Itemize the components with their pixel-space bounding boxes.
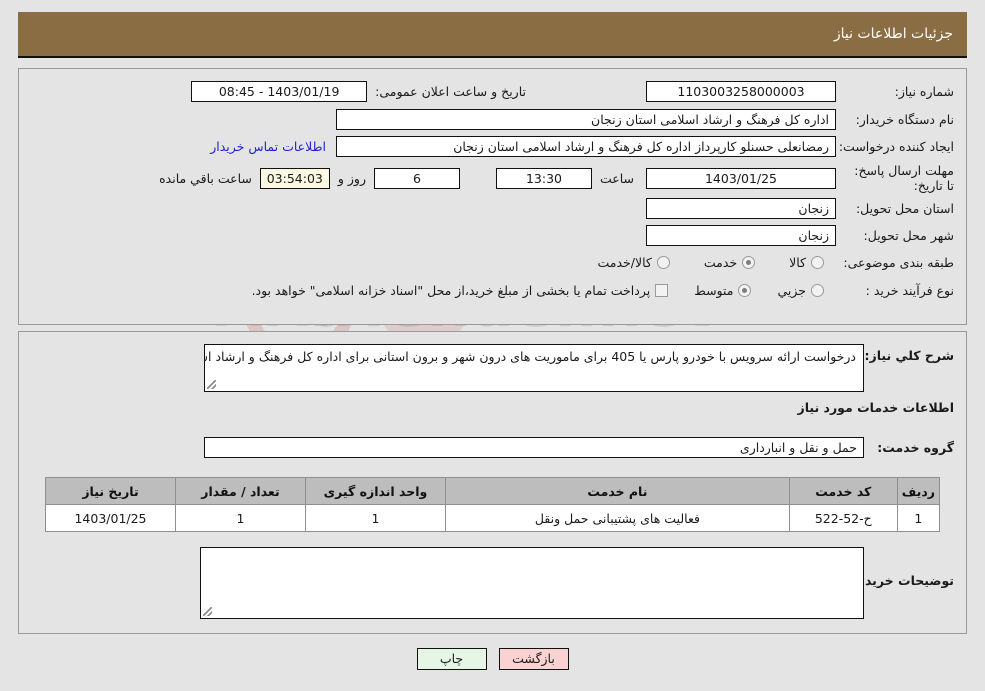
row-city: شهر محل تحویل: زنجان <box>646 225 954 246</box>
page-title: جزئیات اطلاعات نیاز <box>833 26 953 42</box>
table-header-row: ردیف کد خدمت نام خدمت واحد اندازه گیری ت… <box>45 477 941 505</box>
category-option-kala[interactable]: کالا <box>789 255 824 270</box>
buyer-notes-label: توضیحات خریدار; <box>848 573 954 588</box>
category-option-khedmat-label: خدمت <box>703 255 738 270</box>
col-code: کد خدمت <box>788 477 898 505</box>
row-buyer-org: نام دستگاه خریدار: اداره کل فرهنگ و ارشا… <box>336 109 954 130</box>
cell-name: فعالیت های پشتیبانی حمل ونقل <box>445 504 790 532</box>
category-label: طبقه بندی موضوعی: <box>843 255 954 270</box>
buyer-org-value: اداره کل فرهنگ و ارشاد اسلامی استان زنجا… <box>336 109 836 130</box>
treasury-bond-checkbox-label: پرداخت تمام یا بخشی از مبلغ خرید،از محل … <box>251 283 651 298</box>
back-button[interactable]: بازگشت <box>498 648 569 670</box>
announce-datetime-label: تاریخ و ساعت اعلان عمومی: <box>375 84 526 99</box>
table-row: 1 ح-52-522 فعالیت های پشتیبانی حمل ونقل … <box>45 504 941 532</box>
row-requester: ایجاد کننده درخواست: رمضانعلی حسنلو کارپ… <box>210 136 954 157</box>
province-label: استان محل تحویل: <box>855 201 954 216</box>
radio-motevaset-icon[interactable] <box>738 284 752 297</box>
treasury-bond-checkbox-icon[interactable] <box>655 284 669 297</box>
page-root: AriaTender.net جزئیات اطلاعات نیاز شماره… <box>0 0 985 691</box>
purchase-option-jozie-label: جزیي <box>777 283 806 298</box>
purchase-option-motevaset[interactable]: متوسط <box>694 283 752 298</box>
category-option-khedmat[interactable]: خدمت <box>703 255 756 270</box>
col-need-date: تاریخ نیاز <box>45 477 176 505</box>
cell-unit: 1 <box>305 504 446 532</box>
print-button[interactable]: چاپ <box>416 648 487 670</box>
page-header: جزئیات اطلاعات نیاز <box>18 12 967 58</box>
col-radif: ردیف <box>896 477 941 505</box>
row-services-heading: اطلاعات خدمات مورد نیاز <box>798 400 955 415</box>
row-service-group: گروه خدمت: حمل و نقل و انبارداری <box>204 437 954 458</box>
row-purchase-type: نوع فرآیند خرید : جزیي متوسط پرداخت تمام… <box>252 283 954 298</box>
buyer-contact-link[interactable]: اطلاعات تماس خریدار <box>210 139 326 154</box>
hour-label: ساعت <box>599 170 634 186</box>
row-buyer-notes: توضیحات خریدار; <box>200 547 954 619</box>
cell-radif: 1 <box>896 504 941 532</box>
cell-need-date: 1403/01/25 <box>45 504 176 532</box>
services-info-heading: اطلاعات خدمات مورد نیاز <box>797 400 955 415</box>
city-label: شهر محل تحویل: <box>863 228 954 243</box>
radio-jozie-icon[interactable] <box>811 284 824 297</box>
deadline-label: مهلت ارسال پاسخ: تا تاریخ: <box>854 163 954 193</box>
service-items-table: ردیف کد خدمت نام خدمت واحد اندازه گیری ت… <box>45 477 941 532</box>
city-value: زنجان <box>646 225 836 246</box>
buyer-org-label: نام دستگاه خریدار: <box>855 112 954 127</box>
row-subject-category: طبقه بندی موضوعی: کالا خدمت کالا/خدمت <box>597 255 954 270</box>
row-deadline: مهلت ارسال پاسخ: تا تاریخ: 1403/01/25 سا… <box>159 163 954 193</box>
province-value: زنجان <box>646 198 836 219</box>
purchase-option-jozie[interactable]: جزیي <box>777 283 824 298</box>
row-need-number: شماره نیاز: 1103003258000003 تاریخ و ساع… <box>191 81 954 102</box>
remaining-hours-label: ساعت باقي مانده <box>159 170 252 186</box>
remaining-days-value: 6 <box>373 167 460 189</box>
countdown-timer-value: 03:54:03 <box>259 167 330 189</box>
announce-datetime-value: 1403/01/19 - 08:45 <box>191 81 368 102</box>
footer-buttons: بازگشت چاپ <box>0 648 985 670</box>
cell-quantity: 1 <box>175 504 306 532</box>
buyer-notes-value[interactable] <box>200 547 864 619</box>
service-group-value: حمل و نقل و انبارداری <box>204 437 864 458</box>
general-description-label: شرح کلي نیاز: <box>864 348 954 363</box>
deadline-date-value: 1403/01/25 <box>646 167 836 189</box>
general-description-value[interactable]: درخواست ارائه سرویس با خودرو پارس یا 405… <box>204 344 864 392</box>
treasury-bond-checkbox-group[interactable]: پرداخت تمام یا بخشی از مبلغ خرید،از محل … <box>252 283 669 298</box>
days-label: روز و <box>337 170 366 186</box>
radio-kala-icon[interactable] <box>811 256 824 269</box>
cell-code: ح-52-522 <box>788 504 898 532</box>
category-option-kala-khedmat-label: کالا/خدمت <box>597 255 652 270</box>
requester-value: رمضانعلی حسنلو کارپرداز اداره کل فرهنگ و… <box>336 136 836 157</box>
need-number-label: شماره نیاز: <box>894 84 954 99</box>
row-province: استان محل تحویل: زنجان <box>646 198 954 219</box>
purchase-type-label: نوع فرآیند خرید : <box>865 283 954 298</box>
row-general-description: شرح کلي نیاز: درخواست ارائه سرویس با خود… <box>204 344 954 392</box>
requester-label: ایجاد کننده درخواست: <box>838 139 954 154</box>
purchase-option-motevaset-label: متوسط <box>694 283 734 298</box>
category-option-kala-label: کالا <box>789 255 806 270</box>
deadline-hour-value: 13:30 <box>495 167 592 189</box>
service-group-label: گروه خدمت: <box>877 440 954 455</box>
radio-kala-khedmat-icon[interactable] <box>656 256 670 269</box>
radio-khedmat-icon[interactable] <box>742 256 756 269</box>
col-unit: واحد اندازه گیری <box>305 477 446 505</box>
col-quantity: تعداد / مقدار <box>175 477 306 505</box>
need-info-panel: شماره نیاز: 1103003258000003 تاریخ و ساع… <box>18 68 967 325</box>
need-number-value: 1103003258000003 <box>646 81 836 102</box>
col-name: نام خدمت <box>445 477 790 505</box>
category-option-kala-khedmat[interactable]: کالا/خدمت <box>597 255 670 270</box>
